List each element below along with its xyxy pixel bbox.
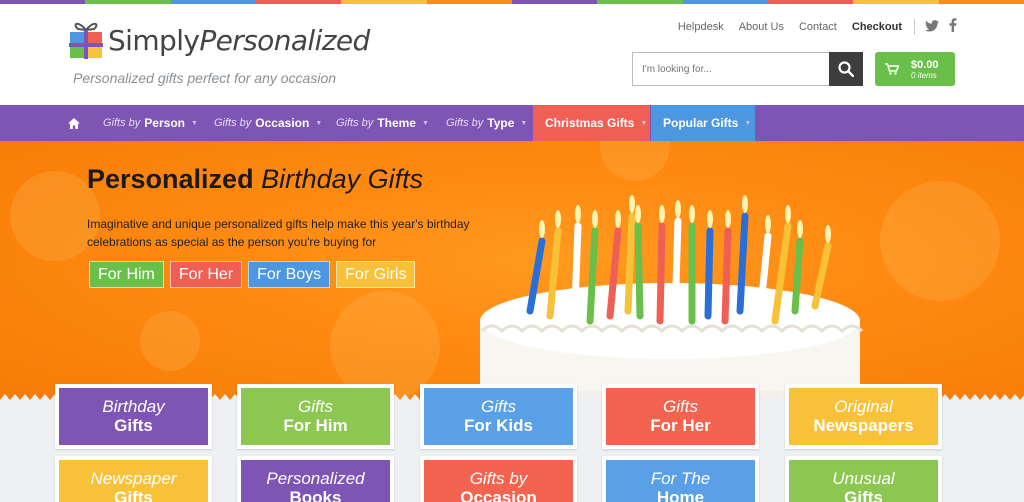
contact-link[interactable]: Contact <box>799 21 837 33</box>
hero-description: Imaginative and unique personalized gift… <box>87 217 470 249</box>
chevron-down-icon: ▼ <box>190 119 198 127</box>
tile-gifts-by-occasion[interactable]: Gifts by Occasion <box>420 456 577 502</box>
tile-gifts-for-kids[interactable]: Gifts For Kids <box>420 384 577 449</box>
tile-for-the-home[interactable]: For The Home <box>602 456 759 502</box>
main-nav: Gifts by Person ▼ Gifts by Occasion ▼ Gifts … <box>0 105 1024 141</box>
for-girls-button[interactable]: For Girls <box>336 261 416 288</box>
chevron-down-icon: ▼ <box>315 119 323 127</box>
cart-item-count: 0 items <box>911 70 937 80</box>
checkout-link[interactable]: Checkout <box>852 21 902 33</box>
nav-popular-gifts[interactable]: Popular Gifts ▼ <box>651 105 755 141</box>
facebook-icon[interactable] <box>949 18 957 35</box>
cart-icon <box>885 63 899 75</box>
chevron-down-icon: ▼ <box>744 119 752 127</box>
for-boys-button[interactable]: For Boys <box>248 261 331 288</box>
tile-newspaper-gifts[interactable]: Newspaper Gifts <box>55 456 212 502</box>
about-us-link[interactable]: About Us <box>739 21 784 33</box>
chevron-down-icon: ▼ <box>421 119 429 127</box>
helpdesk-link[interactable]: Helpdesk <box>678 21 724 33</box>
search-icon <box>838 61 854 77</box>
home-icon[interactable] <box>68 116 80 134</box>
top-links: Helpdesk About Us Contact Checkout <box>663 18 957 35</box>
nav-gifts-by-person[interactable]: Gifts by Person ▼ <box>103 105 198 141</box>
chevron-down-icon: ▼ <box>520 119 528 127</box>
hero-title: Personalized Birthday Gifts <box>87 164 424 194</box>
tile-unusual-gifts[interactable]: Unusual Gifts <box>785 456 942 502</box>
tile-personalized-books[interactable]: Personalized Books <box>237 456 394 502</box>
nav-gifts-by-theme[interactable]: Gifts by Theme ▼ <box>336 105 429 141</box>
hero-button-group: For Him For Her For Boys For Girls <box>89 261 421 288</box>
logo-wordmark: SimplyPersonalized <box>108 23 370 57</box>
site-logo[interactable]: SimplyPersonalized <box>68 20 370 60</box>
tile-gifts-for-him[interactable]: Gifts For Him <box>237 384 394 449</box>
site-tagline: Personalized gifts perfect for any occas… <box>73 70 337 86</box>
chevron-down-icon: ▼ <box>640 119 648 127</box>
hero-banner: Personalized Birthday Gifts Imaginative … <box>0 141 1024 406</box>
cart-amount: $0.00 <box>911 58 939 71</box>
divider <box>914 18 915 35</box>
birthday-cake-image <box>480 195 864 406</box>
for-him-button[interactable]: For Him <box>89 261 164 288</box>
for-her-button[interactable]: For Her <box>169 261 243 288</box>
cart-button[interactable]: $0.00 0 items <box>875 52 955 86</box>
tile-gifts-for-her[interactable]: Gifts For Her <box>602 384 759 449</box>
tile-original-newspapers[interactable]: Original Newspapers <box>785 384 942 449</box>
site-header: SimplyPersonalized Personalized gifts pe… <box>0 4 1024 105</box>
search-button[interactable] <box>829 52 863 86</box>
nav-christmas-gifts[interactable]: Christmas Gifts ▼ <box>533 105 650 141</box>
search-box <box>632 52 863 86</box>
nav-gifts-by-occasion[interactable]: Gifts by Occasion ▼ <box>214 105 322 141</box>
tile-birthday-gifts[interactable]: Birthday Gifts <box>55 384 212 449</box>
search-input[interactable] <box>633 53 829 85</box>
gift-logo-icon <box>69 22 103 59</box>
twitter-icon[interactable] <box>925 19 939 35</box>
nav-gifts-by-type[interactable]: Gifts by Type ▼ <box>446 105 527 141</box>
